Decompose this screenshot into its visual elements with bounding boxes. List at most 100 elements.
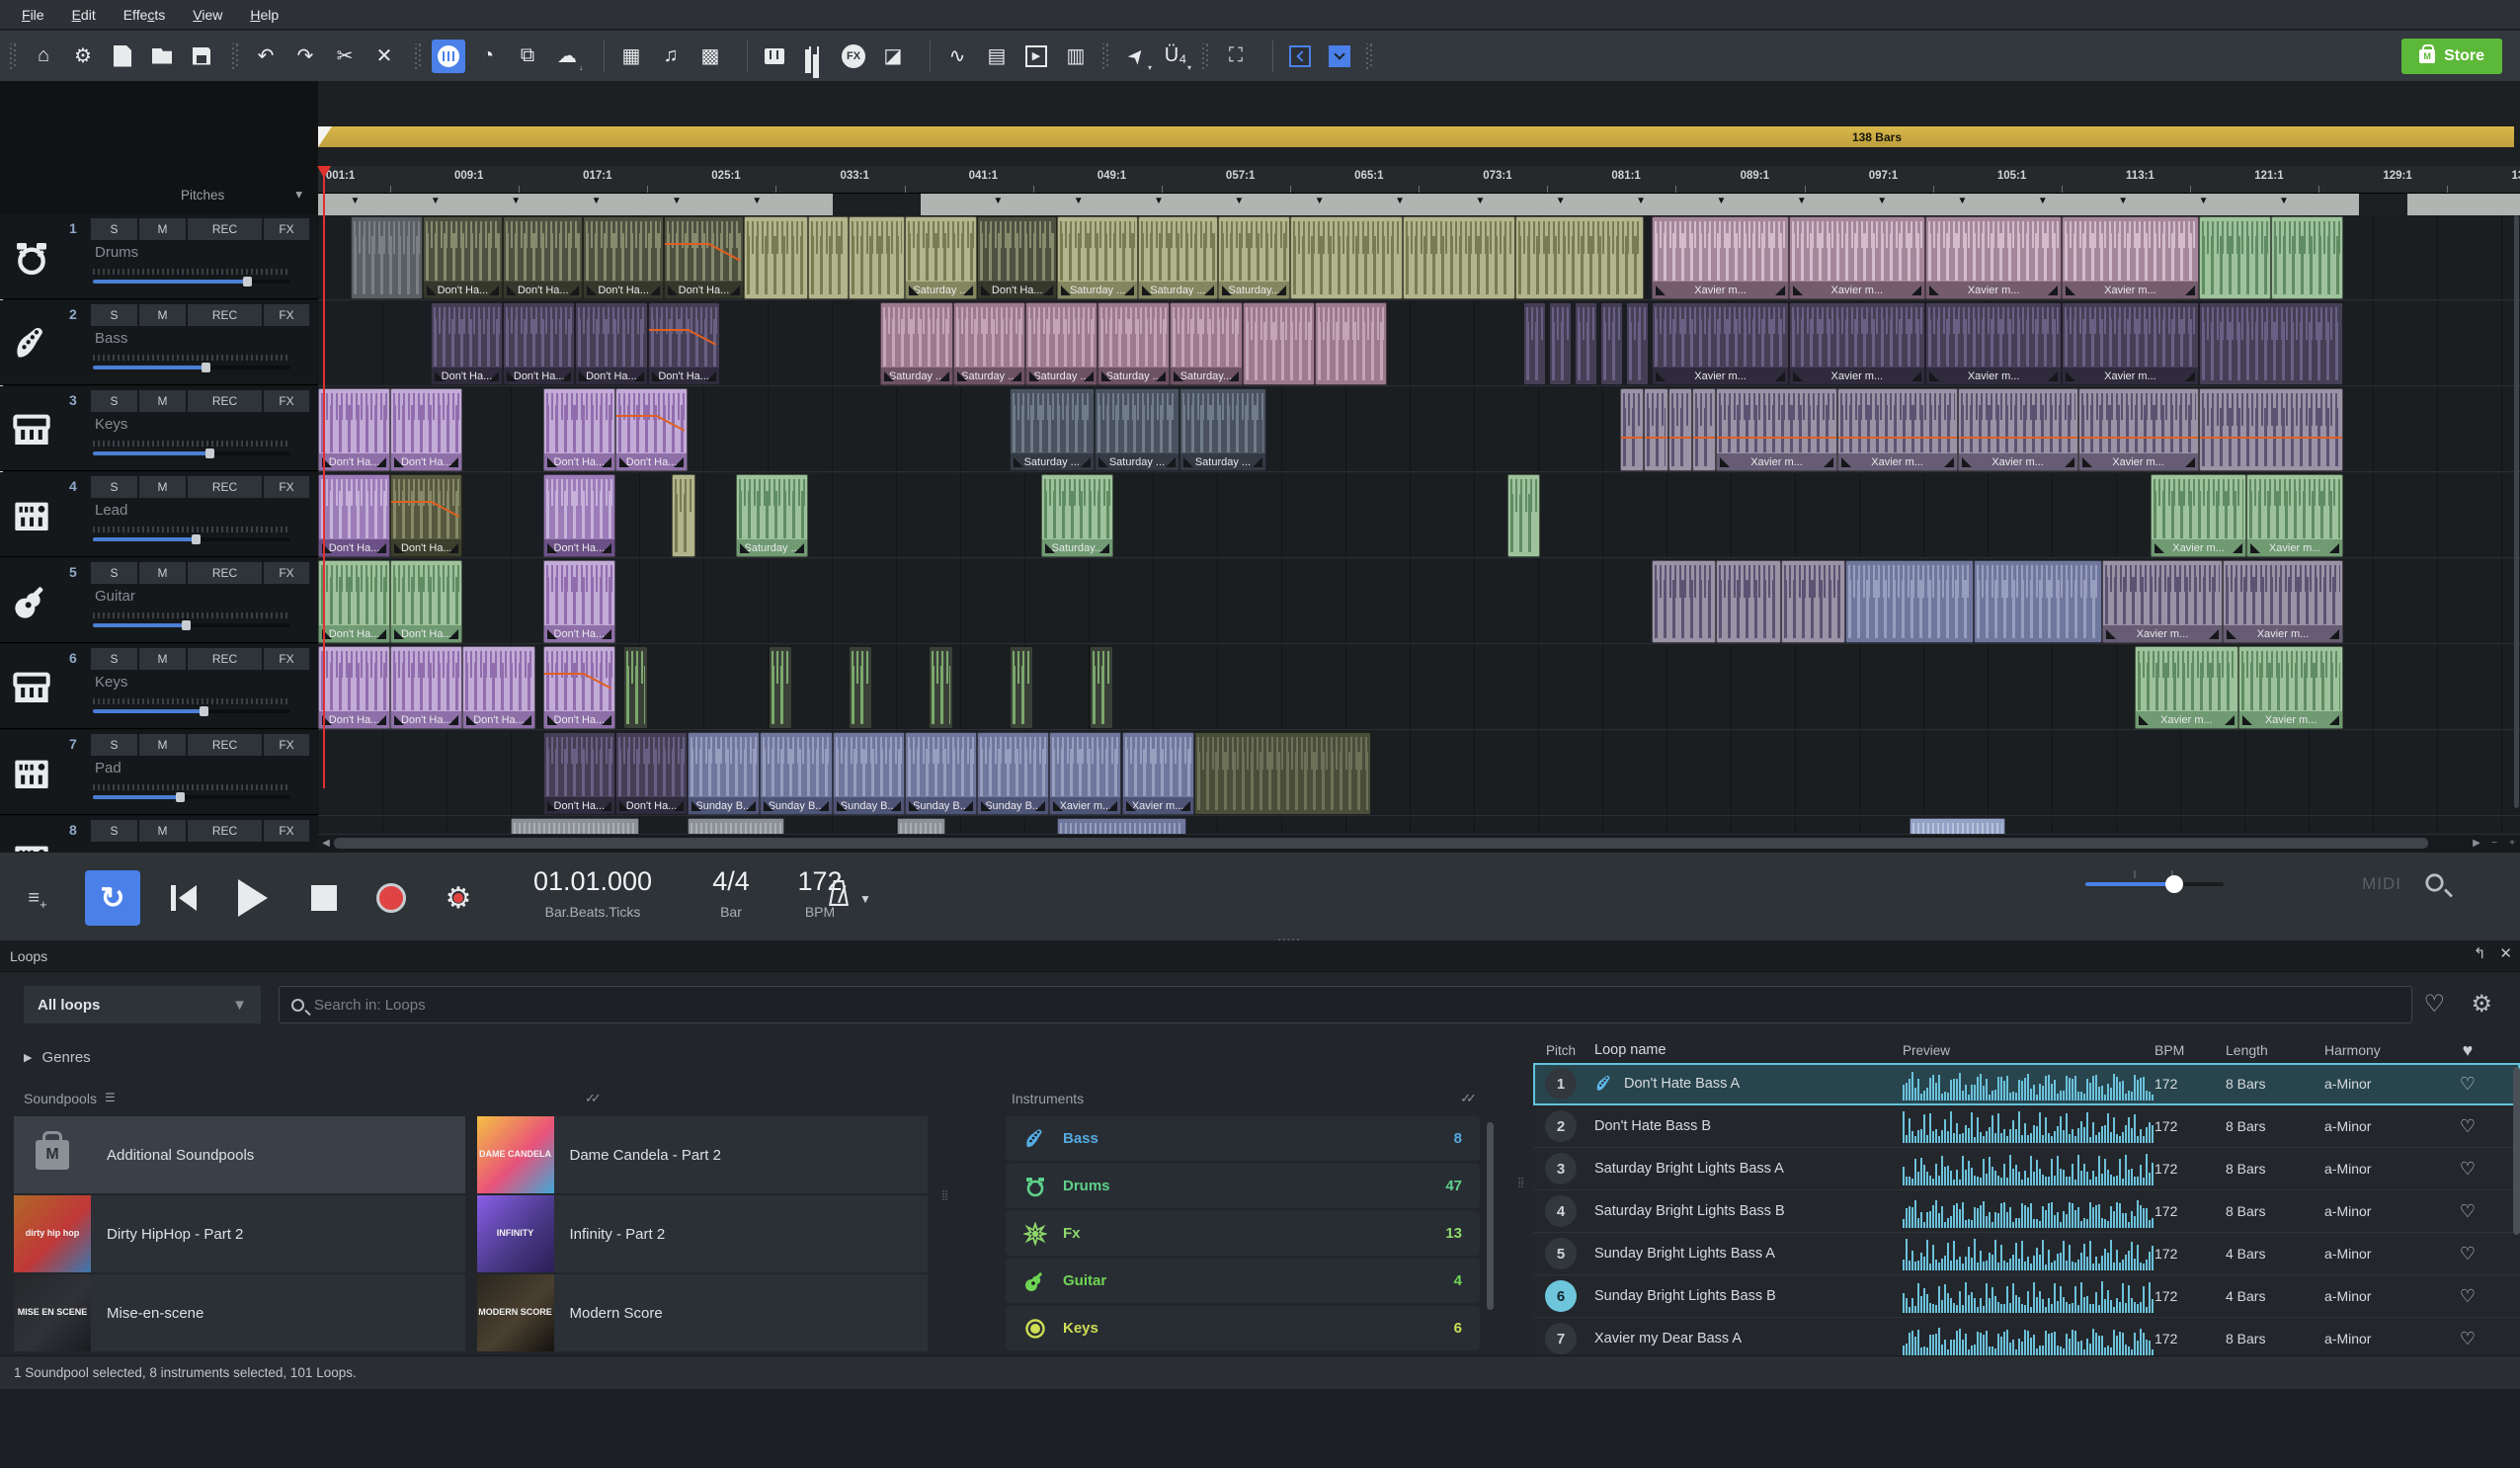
section-marker-icon[interactable]: ▼ <box>1716 196 1726 206</box>
toolbar-grip[interactable] <box>232 43 239 69</box>
audio-clip[interactable] <box>1652 560 1716 643</box>
section-marker-icon[interactable]: ▼ <box>2199 196 2209 206</box>
track-lane-3[interactable]: Don't Ha...Don't Ha...Don't Ha...Don't H… <box>318 387 2520 472</box>
track-lane-2[interactable]: Don't Ha...Don't Ha...Don't Ha...Don't H… <box>318 301 2520 386</box>
track-7-m-button[interactable]: M <box>139 734 186 756</box>
save-button[interactable] <box>185 40 218 73</box>
track-8-s-button[interactable]: S <box>91 820 137 842</box>
track-header-lead[interactable]: 4SMRECFXLead <box>0 472 318 557</box>
audio-clip[interactable] <box>1910 818 2006 835</box>
automation-line[interactable] <box>2200 437 2342 439</box>
section-marker-icon[interactable]: ▼ <box>1636 196 1646 206</box>
audio-clip[interactable]: Saturday ... <box>953 302 1025 385</box>
audio-clip[interactable] <box>1243 302 1315 385</box>
audio-clip[interactable]: Saturday... <box>1041 474 1113 557</box>
toolbar-grip[interactable] <box>1202 43 1209 69</box>
track-name[interactable]: Drums <box>95 244 138 261</box>
audio-clip[interactable]: Saturday ... <box>736 474 808 557</box>
song-length-bar[interactable]: 138 Bars <box>318 126 2514 147</box>
section-marker-icon[interactable]: ▼ <box>1797 196 1807 206</box>
col-length[interactable]: Length <box>2226 1042 2324 1058</box>
track-5-rec-button[interactable]: REC <box>188 562 262 584</box>
section-marker-icon[interactable]: ▼ <box>752 196 762 206</box>
audio-clip[interactable]: Sunday B... <box>833 732 905 815</box>
track-2-fx-button[interactable]: FX <box>264 304 309 326</box>
audio-clip[interactable]: Saturday ... <box>1057 216 1137 299</box>
automation-button[interactable]: ∿ <box>940 40 974 73</box>
audio-clip[interactable] <box>1057 818 1185 835</box>
store-button[interactable]: M Store <box>2401 39 2502 74</box>
mouse-mode-button[interactable]: ➤▾ <box>1119 40 1153 73</box>
audio-clip[interactable]: Sunday B... <box>977 732 1049 815</box>
audio-clip[interactable] <box>1507 474 1540 557</box>
audio-clip[interactable]: Don't Ha... <box>431 302 503 385</box>
automation-line[interactable] <box>1645 437 1666 439</box>
audio-clip[interactable]: Saturday ... <box>1179 388 1266 471</box>
select-all-soundpools-icon[interactable]: ✓✓ <box>585 1091 597 1106</box>
section-marker-icon[interactable]: ▼ <box>1958 196 1968 206</box>
audio-clip[interactable]: Xavier m... <box>1925 302 2062 385</box>
audio-clip[interactable]: Xavier m... <box>2062 302 2198 385</box>
search-magnifier-icon[interactable] <box>2425 873 2443 891</box>
track-2-m-button[interactable]: M <box>139 304 186 326</box>
loop-preview-waveform[interactable] <box>1903 1109 2154 1143</box>
track-5-m-button[interactable]: M <box>139 562 186 584</box>
audio-clip[interactable] <box>744 216 808 299</box>
loop-row-saturday-bright-lights-bass-a[interactable]: 3Saturday Bright Lights Bass A1728 Barsa… <box>1533 1148 2520 1190</box>
templates-button[interactable]: ◪ <box>876 40 910 73</box>
track-5-fx-button[interactable]: FX <box>264 562 309 584</box>
track-4-rec-button[interactable]: REC <box>188 476 262 498</box>
audio-clip[interactable] <box>623 646 647 729</box>
audio-clip[interactable] <box>2199 216 2271 299</box>
audio-clip[interactable] <box>1845 560 1974 643</box>
audio-clip[interactable]: Don't Ha... <box>648 302 720 385</box>
audio-clip[interactable] <box>1644 388 1667 471</box>
audio-clip[interactable]: Xavier m... <box>1122 732 1194 815</box>
automation-line[interactable] <box>1838 437 1957 439</box>
pitch-button[interactable]: 7 <box>1545 1323 1577 1354</box>
favorite-heart-icon[interactable]: ♡ <box>2443 1159 2492 1180</box>
audio-clip[interactable] <box>2199 302 2343 385</box>
section-marker-icon[interactable]: ▼ <box>1556 196 1566 206</box>
automation-line[interactable] <box>1669 437 1691 439</box>
audio-clip[interactable]: Saturday ... <box>880 302 952 385</box>
track-lane-4[interactable]: Don't Ha...Don't Ha...Don't Ha...Saturda… <box>318 473 2520 558</box>
toolbar-grip[interactable] <box>1366 43 1373 69</box>
loop-row-sunday-bright-lights-bass-a[interactable]: 5Sunday Bright Lights Bass A1724 Barsa-M… <box>1533 1233 2520 1275</box>
automation-line[interactable] <box>1621 437 1643 439</box>
loop-row-xavier-my-dear-bass-a[interactable]: 7Xavier my Dear Bass A1728 Barsa-Minor♡ <box>1533 1318 2520 1355</box>
audio-clip[interactable] <box>849 216 905 299</box>
automation-line[interactable] <box>2079 437 2198 439</box>
audio-clip[interactable] <box>1620 388 1644 471</box>
audio-clip[interactable]: Xavier m... <box>2062 216 2198 299</box>
pitch-button[interactable]: 6 <box>1545 1280 1577 1312</box>
favorites-filter-icon[interactable]: ♡ <box>2423 990 2445 1019</box>
track-3-rec-button[interactable]: REC <box>188 390 262 412</box>
instrument-filter-keys[interactable]: Keys6 <box>1006 1306 1480 1350</box>
audio-clip[interactable] <box>1716 560 1780 643</box>
zoom-slider[interactable] <box>2085 882 2224 886</box>
pitch-button[interactable]: 4 <box>1545 1195 1577 1227</box>
zoom-in-icon[interactable]: + <box>2504 838 2520 849</box>
audio-clip[interactable]: Xavier m... <box>1789 302 1925 385</box>
section-marker-icon[interactable]: ▼ <box>1877 196 1887 206</box>
audio-clip[interactable]: Xavier m... <box>1925 216 2062 299</box>
loop-preview-waveform[interactable] <box>1903 1067 2154 1101</box>
audio-clip[interactable]: Don't Ha... <box>390 560 462 643</box>
menu-view[interactable]: View <box>181 3 234 27</box>
track-lane-8[interactable] <box>318 817 2520 835</box>
piano-button[interactable] <box>758 40 791 73</box>
sort-icon[interactable]: ☰ <box>105 1091 116 1106</box>
loop-row-don-t-hate-bass-b[interactable]: 2Don't Hate Bass B1728 Barsa-Minor♡ <box>1533 1105 2520 1148</box>
instruments-scrollbar[interactable] <box>1487 1122 1494 1310</box>
audio-clip[interactable] <box>849 646 872 729</box>
audio-clip[interactable]: Xavier m... <box>1716 388 1836 471</box>
audio-clip[interactable]: Don't Ha... <box>318 474 390 557</box>
loop-table-scrollbar[interactable] <box>2513 1067 2520 1235</box>
audio-clip[interactable] <box>1090 646 1113 729</box>
audio-clip[interactable] <box>1668 388 1692 471</box>
audio-clip[interactable]: Saturday ... <box>1025 302 1097 385</box>
audio-clip[interactable]: Xavier m... <box>2078 388 2199 471</box>
col-bpm[interactable]: BPM <box>2154 1042 2226 1058</box>
automation-line[interactable] <box>544 673 585 675</box>
